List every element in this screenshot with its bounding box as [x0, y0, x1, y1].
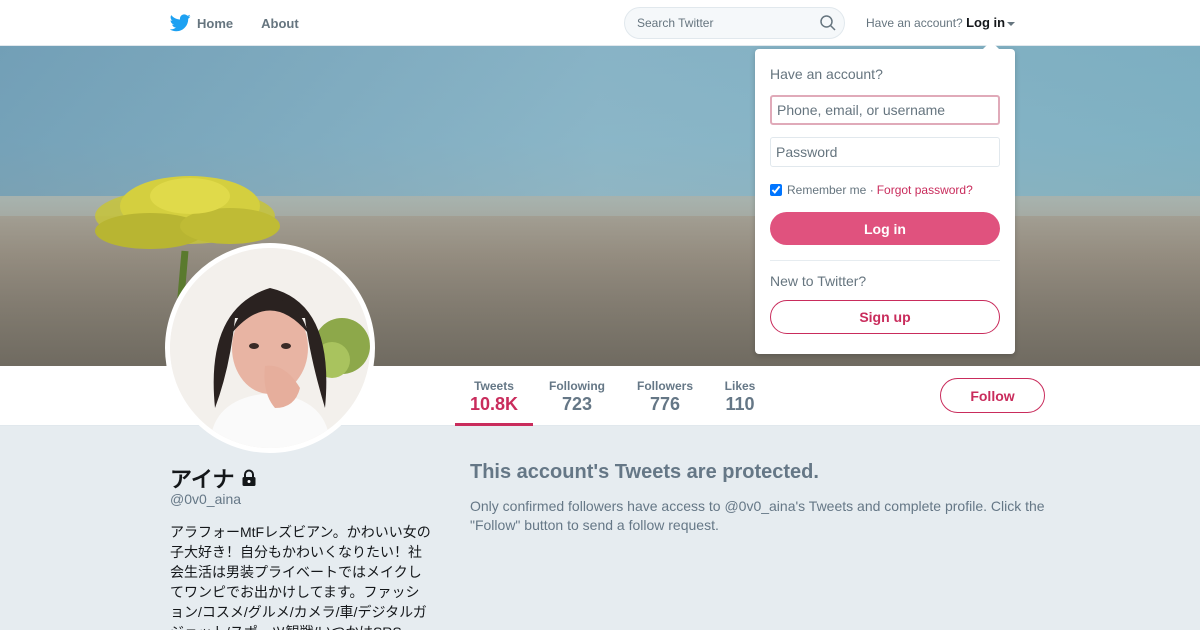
- search-input[interactable]: Search Twitter: [637, 16, 812, 30]
- login-dropdown: Have an account? Remember me · Forgot pa…: [755, 41, 1015, 354]
- avatar-photo: [170, 248, 370, 448]
- login-trigger-label: Log in: [966, 15, 1006, 30]
- nav-about-label: About: [261, 15, 299, 31]
- nav-home-label: Home: [197, 15, 234, 31]
- protected-text: Only confirmed followers have access to …: [470, 498, 1045, 533]
- stat-value: 110: [725, 394, 755, 414]
- stat-likes[interactable]: Likes 110: [718, 366, 762, 426]
- avatar[interactable]: [165, 243, 375, 453]
- remember-checkbox[interactable]: [770, 184, 782, 196]
- twitter-bird-icon: [170, 14, 191, 32]
- login-dropdown-heading: Have an account?: [770, 66, 883, 82]
- follow-button[interactable]: Follow: [940, 378, 1045, 413]
- stat-tweets[interactable]: Tweets 10.8K: [455, 366, 533, 426]
- nav-about[interactable]: About: [261, 16, 299, 31]
- forgot-password-link[interactable]: Forgot password?: [877, 183, 973, 197]
- search-icon[interactable]: [812, 8, 844, 38]
- login-prompt: Have an account? Log in: [866, 15, 1016, 30]
- lock-icon: [242, 469, 256, 486]
- have-account-text: Have an account?: [866, 16, 963, 30]
- username-input[interactable]: [770, 95, 1000, 125]
- stat-label: Likes: [724, 379, 756, 393]
- remember-row: Remember me · Forgot password?: [770, 183, 973, 197]
- caret-down-icon: [1007, 21, 1016, 26]
- nav-left: Home About: [170, 0, 327, 46]
- top-nav: Home About Search Twitter Have an accoun…: [0, 0, 1200, 46]
- profile-handle[interactable]: @0v0_aina: [170, 491, 241, 507]
- login-button[interactable]: Log in: [770, 212, 1000, 245]
- profile-name: アイナ: [170, 462, 258, 494]
- new-to-twitter-label: New to Twitter?: [770, 273, 867, 289]
- separator-dot: ·: [869, 183, 874, 197]
- stat-following[interactable]: Following 723: [544, 366, 610, 426]
- divider: [770, 260, 1000, 261]
- profile-name-text: アイナ: [170, 467, 235, 492]
- search-box[interactable]: Search Twitter: [624, 7, 845, 39]
- stat-label: Tweets: [474, 379, 514, 393]
- stat-followers[interactable]: Followers 776: [632, 366, 698, 426]
- login-dropdown-toggle[interactable]: Log in: [966, 15, 1016, 30]
- stat-value: 776: [649, 394, 681, 414]
- protected-title: This account's Tweets are protected.: [470, 461, 819, 483]
- nav-home[interactable]: Home: [170, 14, 233, 32]
- password-input[interactable]: [770, 137, 1000, 167]
- remember-label[interactable]: Remember me: [787, 183, 866, 197]
- stat-value: 10.8K: [469, 394, 519, 414]
- signup-button[interactable]: Sign up: [770, 300, 1000, 334]
- profile-bio: アラフォーMtFレズビアン。かわいい女の子大好き！自分もかわいくなりたい！社会生…: [170, 524, 431, 630]
- stat-value: 723: [561, 394, 593, 414]
- stat-label: Followers: [636, 379, 693, 393]
- stat-label: Following: [549, 379, 605, 393]
